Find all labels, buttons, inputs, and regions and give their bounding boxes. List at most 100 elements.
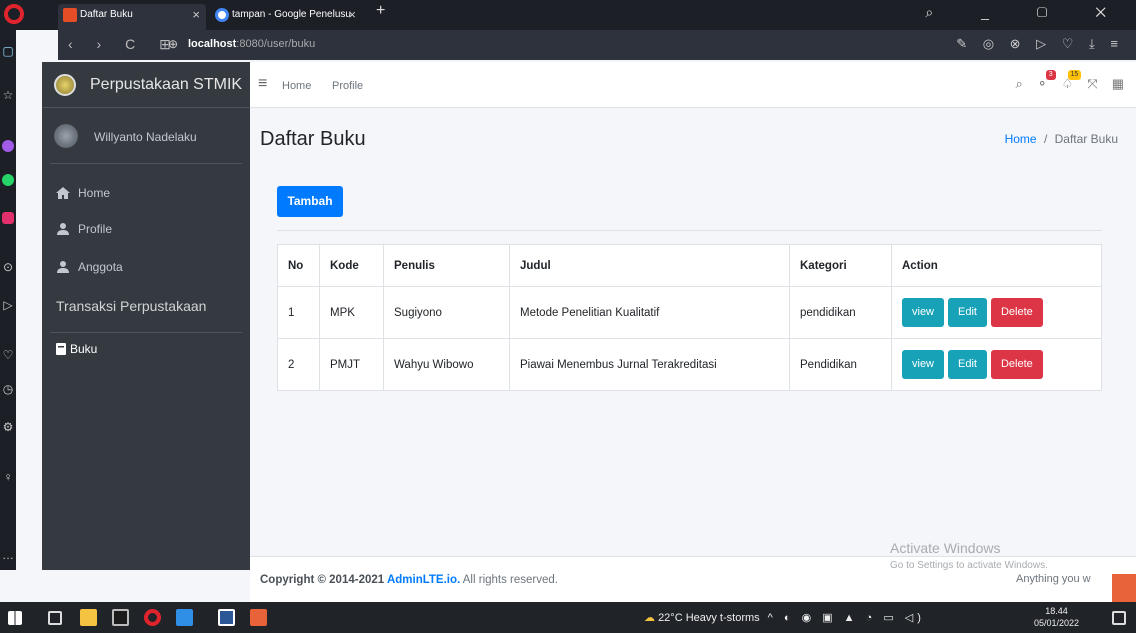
history-icon[interactable]: ◷ xyxy=(0,382,16,396)
messages-badge: 3 xyxy=(1045,70,1056,80)
cell-penulis: Sugiyono xyxy=(383,286,510,339)
tab-google-search[interactable]: tampan - Google Penelusu × xyxy=(210,4,362,30)
sidebar-item-anggota[interactable]: Anggota xyxy=(56,260,123,274)
more-icon[interactable]: … xyxy=(0,548,16,562)
word-icon[interactable] xyxy=(218,609,235,626)
topnav-link-home[interactable]: Home xyxy=(282,80,311,92)
user-icon xyxy=(56,261,70,273)
settings-icon[interactable]: ⚙ xyxy=(0,420,16,434)
cell-kode: MPK xyxy=(319,286,384,339)
delete-button[interactable]: Delete xyxy=(990,298,1043,327)
flame-icon[interactable] xyxy=(1112,574,1136,604)
menu-toggle-icon[interactable]: ≡ xyxy=(258,75,267,93)
messenger-icon[interactable] xyxy=(2,140,14,152)
brand-link[interactable]: Perpustakaan STMIK xyxy=(42,62,250,108)
tab-label: tampan - Google Penelusu xyxy=(232,9,351,20)
url-field[interactable]: localhost:8080/user/buku xyxy=(188,38,315,50)
column-header: Penulis xyxy=(383,244,510,287)
workspace-icon[interactable]: ▢ xyxy=(0,44,16,58)
heart-icon[interactable]: ♡ xyxy=(0,348,16,362)
column-header: No xyxy=(277,244,320,287)
breadcrumb-home-link[interactable]: Home xyxy=(1005,132,1037,146)
instagram-icon[interactable] xyxy=(2,212,14,224)
sidebar-item-buku[interactable]: Buku xyxy=(56,342,97,356)
window-controls[interactable]: ⌕ _ ▢ ✕ xyxy=(925,4,1128,21)
table-row: 2 PMJT Wahyu Wibowo Piawai Menembus Jurn… xyxy=(277,338,1102,391)
weather-icon: ☁ xyxy=(644,612,659,624)
clock[interactable]: 18.44 05/01/2022 xyxy=(1034,605,1079,629)
user-icon xyxy=(56,223,70,235)
user-panel[interactable]: Willyanto Nadelaku xyxy=(50,108,242,164)
column-header: Kategori xyxy=(789,244,892,287)
opera-taskbar-icon[interactable] xyxy=(144,609,161,626)
search-icon[interactable]: ⌕ xyxy=(1015,76,1022,92)
google-favicon-icon xyxy=(215,8,229,22)
topnav-link-profile[interactable]: Profile xyxy=(332,80,363,92)
adminlte-link[interactable]: AdminLTE.io. xyxy=(387,574,460,586)
book-icon xyxy=(56,343,66,355)
edit-button[interactable]: Edit xyxy=(948,298,987,327)
windows-taskbar: ☁ 22°C Heavy t-storms ^ ◐ ◉ ▣ ▲ ◔ ▭ ◁) 18… xyxy=(0,602,1136,633)
screen: Daftar Buku × tampan - Google Penelusu ×… xyxy=(0,0,1136,633)
tab-close-icon[interactable]: × xyxy=(192,4,200,26)
new-tab-button[interactable]: + xyxy=(376,2,385,20)
system-tray[interactable]: ☁ 22°C Heavy t-storms ^ ◐ ◉ ▣ ▲ ◔ ▭ ◁) xyxy=(644,611,925,624)
notifications-icon[interactable]: ♤ 15 xyxy=(1062,70,1082,92)
task-view-icon[interactable] xyxy=(48,611,62,625)
lightbulb-icon[interactable]: ♀ xyxy=(0,470,16,484)
browser-tab-bar: Daftar Buku × tampan - Google Penelusu ×… xyxy=(0,0,1136,30)
url-host: localhost xyxy=(188,38,237,50)
cell-kode: PMJT xyxy=(319,338,384,391)
xampp-icon[interactable] xyxy=(250,609,267,626)
table-row: 1 MPK Sugiyono Metode Penelitian Kualita… xyxy=(277,286,1102,339)
cell-no: 1 xyxy=(277,286,320,339)
notifications-badge: 15 xyxy=(1067,70,1082,80)
column-header: Action xyxy=(891,244,1102,287)
sidebar-item-home[interactable]: Home xyxy=(56,186,110,200)
control-sidebar-icon[interactable]: ▦ xyxy=(1112,76,1124,92)
copyright-text: Copyright © 2014-2021 AdminLTE.io. All r… xyxy=(260,574,558,586)
sidebar-item-label: Buku xyxy=(70,342,98,356)
opera-logo-icon[interactable] xyxy=(4,4,24,24)
globe-icon: ⊕ xyxy=(168,37,179,51)
sidebar: Perpustakaan STMIK Willyanto Nadelaku Ho… xyxy=(42,62,250,570)
column-header: Judul xyxy=(509,244,790,287)
browser-nav-buttons[interactable]: ‹ › C ⊞ xyxy=(68,36,181,53)
sidebar-item-profile[interactable]: Profile xyxy=(56,222,112,236)
send-icon[interactable]: ▷ xyxy=(0,298,16,312)
cell-kategori: pendidikan xyxy=(789,286,892,339)
avatar xyxy=(54,124,78,148)
edit-button[interactable]: Edit xyxy=(948,350,987,379)
player-icon[interactable]: ⊙ xyxy=(0,260,16,274)
topnav-icons: ⌕ ⚬ 3 ♤ 15 ⤧ ▦ xyxy=(1015,70,1124,92)
sidebar-section-header: Transaksi Perpustakaan xyxy=(56,298,207,314)
address-bar-tools[interactable]: ✎ ◎ ⊗ ▷ ♡ ⤓ ≡ xyxy=(956,36,1124,52)
sidebar-item-label: Anggota xyxy=(78,260,123,274)
clock-date: 05/01/2022 xyxy=(1034,618,1080,628)
messages-icon[interactable]: ⚬ 3 xyxy=(1037,70,1056,92)
whatsapp-icon[interactable] xyxy=(2,174,14,186)
activate-windows-title: Activate Windows xyxy=(890,540,1001,556)
vscode-icon[interactable] xyxy=(176,609,193,626)
sidebar-item-label: Profile xyxy=(78,222,113,236)
windows-start-icon[interactable] xyxy=(8,611,22,625)
home-icon xyxy=(56,187,70,199)
chat-prompt-text[interactable]: Anything you w xyxy=(1016,573,1091,585)
notification-center-icon[interactable] xyxy=(1112,611,1126,625)
fullscreen-icon[interactable]: ⤧ xyxy=(1087,76,1097,92)
file-explorer-icon[interactable] xyxy=(80,609,97,626)
tab-daftar-buku[interactable]: Daftar Buku × xyxy=(58,4,206,30)
cell-action: view Edit Delete xyxy=(891,338,1102,391)
bookmark-star-icon[interactable]: ☆ xyxy=(0,88,16,102)
view-button[interactable]: view xyxy=(902,350,945,379)
view-button[interactable]: view xyxy=(902,298,945,327)
cell-penulis: Wahyu Wibowo xyxy=(383,338,510,391)
divider xyxy=(277,230,1102,231)
delete-button[interactable]: Delete xyxy=(990,350,1043,379)
column-header: Kode xyxy=(319,244,384,287)
tambah-button[interactable]: Tambah xyxy=(277,186,343,217)
tab-close-icon[interactable]: × xyxy=(348,4,356,26)
breadcrumb-separator: / xyxy=(1043,132,1048,146)
brand-logo-icon xyxy=(54,74,76,96)
terminal-icon[interactable] xyxy=(112,609,129,626)
